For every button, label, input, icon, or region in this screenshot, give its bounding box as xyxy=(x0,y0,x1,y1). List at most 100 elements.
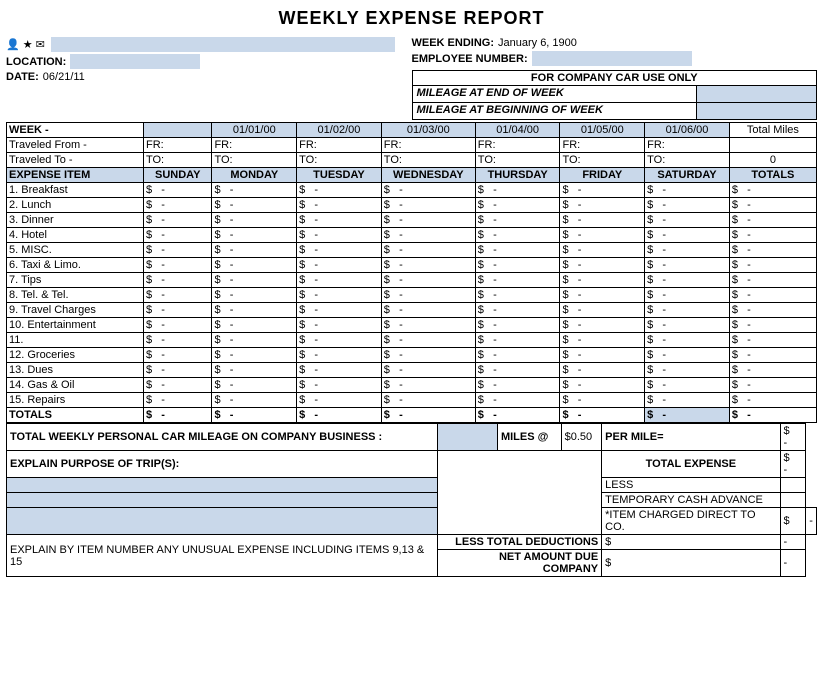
cell-1-4[interactable]: $ - xyxy=(475,198,560,213)
cell-9-4[interactable]: $ - xyxy=(475,318,560,333)
cell-14-3[interactable]: $ - xyxy=(381,393,475,408)
cell-5-5[interactable]: $ - xyxy=(560,258,645,273)
cell-3-3[interactable]: $ - xyxy=(381,228,475,243)
cell-8-1[interactable]: $ - xyxy=(212,303,297,318)
cell-0-3[interactable]: $ - xyxy=(381,183,475,198)
cell-8-2[interactable]: $ - xyxy=(297,303,382,318)
cell-1-2[interactable]: $ - xyxy=(297,198,382,213)
cell-13-2[interactable]: $ - xyxy=(297,378,382,393)
cell-9-1[interactable]: $ - xyxy=(212,318,297,333)
cell-11-0[interactable]: $ - xyxy=(143,348,211,363)
cell-6-4[interactable]: $ - xyxy=(475,273,560,288)
cell-8-5[interactable]: $ - xyxy=(560,303,645,318)
cell-1-3[interactable]: $ - xyxy=(381,198,475,213)
cell-4-4[interactable]: $ - xyxy=(475,243,560,258)
cell-2-1[interactable]: $ - xyxy=(212,213,297,228)
cell-2-4[interactable]: $ - xyxy=(475,213,560,228)
cell-15-4[interactable]: $ - xyxy=(475,408,560,423)
cell-14-2[interactable]: $ - xyxy=(297,393,382,408)
cell-14-4[interactable]: $ - xyxy=(475,393,560,408)
cell-13-6[interactable]: $ - xyxy=(645,378,730,393)
cell-15-5[interactable]: $ - xyxy=(560,408,645,423)
cell-0-4[interactable]: $ - xyxy=(475,183,560,198)
cell-7-5[interactable]: $ - xyxy=(560,288,645,303)
cell-4-2[interactable]: $ - xyxy=(297,243,382,258)
cell-9-6[interactable]: $ - xyxy=(645,318,730,333)
cell-8-3[interactable]: $ - xyxy=(381,303,475,318)
cell-11-7[interactable]: $ - xyxy=(729,348,816,363)
cell-6-1[interactable]: $ - xyxy=(212,273,297,288)
cell-15-7[interactable]: $ - xyxy=(729,408,816,423)
cell-13-5[interactable]: $ - xyxy=(560,378,645,393)
cell-10-3[interactable]: $ - xyxy=(381,333,475,348)
cell-13-0[interactable]: $ - xyxy=(143,378,211,393)
cell-0-5[interactable]: $ - xyxy=(560,183,645,198)
cell-15-6[interactable]: $ - xyxy=(645,408,730,423)
cell-14-5[interactable]: $ - xyxy=(560,393,645,408)
cell-10-4[interactable]: $ - xyxy=(475,333,560,348)
cell-15-2[interactable]: $ - xyxy=(297,408,382,423)
cell-11-2[interactable]: $ - xyxy=(297,348,382,363)
mileage-input[interactable] xyxy=(437,424,497,451)
cell-12-2[interactable]: $ - xyxy=(297,363,382,378)
cell-10-6[interactable]: $ - xyxy=(645,333,730,348)
cell-6-3[interactable]: $ - xyxy=(381,273,475,288)
cell-0-1[interactable]: $ - xyxy=(212,183,297,198)
cell-4-5[interactable]: $ - xyxy=(560,243,645,258)
cell-2-3[interactable]: $ - xyxy=(381,213,475,228)
cell-9-3[interactable]: $ - xyxy=(381,318,475,333)
cell-5-4[interactable]: $ - xyxy=(475,258,560,273)
cell-10-7[interactable]: $ - xyxy=(729,333,816,348)
cell-6-0[interactable]: $ - xyxy=(143,273,211,288)
cell-12-5[interactable]: $ - xyxy=(560,363,645,378)
name-input[interactable] xyxy=(51,37,395,52)
cell-1-6[interactable]: $ - xyxy=(645,198,730,213)
cell-15-1[interactable]: $ - xyxy=(212,408,297,423)
cell-1-1[interactable]: $ - xyxy=(212,198,297,213)
cell-15-3[interactable]: $ - xyxy=(381,408,475,423)
cell-6-7[interactable]: $ - xyxy=(729,273,816,288)
cell-5-1[interactable]: $ - xyxy=(212,258,297,273)
cell-11-4[interactable]: $ - xyxy=(475,348,560,363)
cell-4-0[interactable]: $ - xyxy=(143,243,211,258)
cell-3-0[interactable]: $ - xyxy=(143,228,211,243)
cell-9-2[interactable]: $ - xyxy=(297,318,382,333)
cell-3-2[interactable]: $ - xyxy=(297,228,382,243)
cell-1-0[interactable]: $ - xyxy=(143,198,211,213)
cell-4-3[interactable]: $ - xyxy=(381,243,475,258)
cell-10-1[interactable]: $ - xyxy=(212,333,297,348)
explain-input[interactable] xyxy=(437,451,601,535)
cell-9-7[interactable]: $ - xyxy=(729,318,816,333)
mileage-begin-input[interactable] xyxy=(696,103,816,119)
cell-6-5[interactable]: $ - xyxy=(560,273,645,288)
cell-11-3[interactable]: $ - xyxy=(381,348,475,363)
cell-10-0[interactable]: $ - xyxy=(143,333,211,348)
cell-15-0[interactable]: $ - xyxy=(143,408,211,423)
cell-6-6[interactable]: $ - xyxy=(645,273,730,288)
cell-0-6[interactable]: $ - xyxy=(645,183,730,198)
cell-5-6[interactable]: $ - xyxy=(645,258,730,273)
employee-number-input[interactable] xyxy=(532,51,692,66)
cell-9-5[interactable]: $ - xyxy=(560,318,645,333)
cell-12-3[interactable]: $ - xyxy=(381,363,475,378)
cell-12-1[interactable]: $ - xyxy=(212,363,297,378)
cell-10-2[interactable]: $ - xyxy=(297,333,382,348)
cell-3-7[interactable]: $ - xyxy=(729,228,816,243)
cell-7-4[interactable]: $ - xyxy=(475,288,560,303)
cell-2-7[interactable]: $ - xyxy=(729,213,816,228)
cell-12-6[interactable]: $ - xyxy=(645,363,730,378)
mileage-end-input[interactable] xyxy=(696,86,816,102)
cell-1-7[interactable]: $ - xyxy=(729,198,816,213)
cell-4-1[interactable]: $ - xyxy=(212,243,297,258)
cell-14-7[interactable]: $ - xyxy=(729,393,816,408)
cell-12-7[interactable]: $ - xyxy=(729,363,816,378)
cell-7-6[interactable]: $ - xyxy=(645,288,730,303)
cell-12-0[interactable]: $ - xyxy=(143,363,211,378)
cell-11-1[interactable]: $ - xyxy=(212,348,297,363)
cell-0-7[interactable]: $ - xyxy=(729,183,816,198)
cell-5-2[interactable]: $ - xyxy=(297,258,382,273)
cell-14-1[interactable]: $ - xyxy=(212,393,297,408)
cell-13-1[interactable]: $ - xyxy=(212,378,297,393)
cell-3-5[interactable]: $ - xyxy=(560,228,645,243)
cell-7-7[interactable]: $ - xyxy=(729,288,816,303)
